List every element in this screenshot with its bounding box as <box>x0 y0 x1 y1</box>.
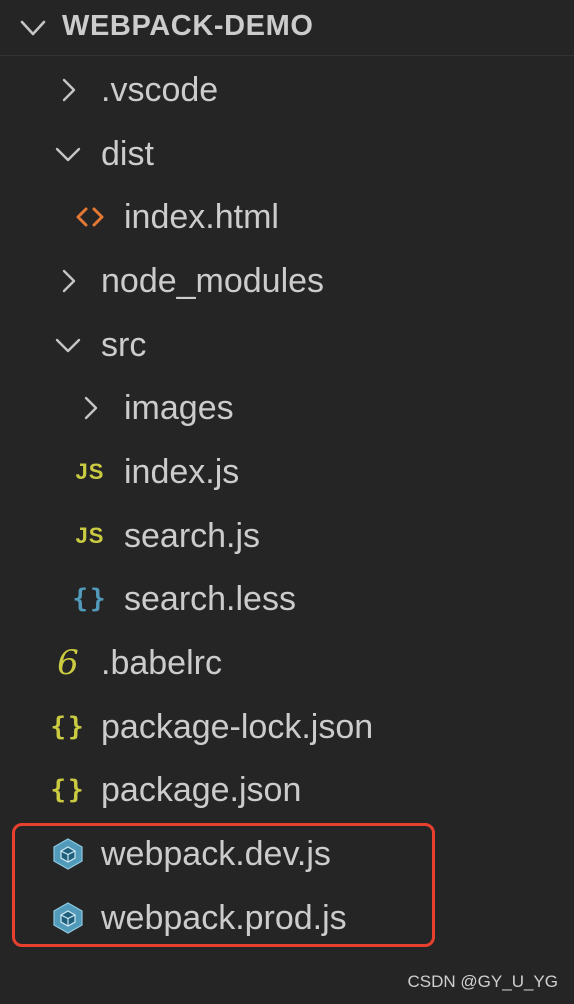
tree-item-label: search.less <box>124 580 296 619</box>
chevron-right-icon[interactable] <box>72 390 108 426</box>
explorer-title: WEBPACK-DEMO <box>62 10 314 42</box>
tree-item-images-folder[interactable]: images <box>0 376 574 440</box>
less-braces-icon: {} <box>72 584 108 615</box>
tree-item-label: src <box>101 325 147 364</box>
tree-item-label: node_modules <box>101 261 325 300</box>
babel-icon: 6 <box>57 643 79 684</box>
tree-item-search-less[interactable]: {} search.less <box>0 568 574 632</box>
tree-item-node-modules-folder[interactable]: node_modules <box>0 249 574 313</box>
chevron-right-icon[interactable] <box>50 263 86 299</box>
tree-item-label: package-lock.json <box>101 707 374 746</box>
tree-item-src-folder[interactable]: src <box>0 313 574 377</box>
js-icon: JS <box>75 522 105 548</box>
tree-item-label: .vscode <box>101 70 219 109</box>
chevron-down-icon[interactable] <box>50 136 86 172</box>
tree-item-label: dist <box>101 134 154 173</box>
explorer-section-header[interactable]: WEBPACK-DEMO <box>0 0 574 56</box>
tree-item-index-html[interactable]: index.html <box>0 185 574 249</box>
tree-item-vscode-folder[interactable]: .vscode <box>0 58 574 122</box>
tree-item-index-js[interactable]: JS index.js <box>0 440 574 504</box>
chevron-down-icon[interactable] <box>50 327 86 363</box>
tree-item-label: package.json <box>101 771 302 810</box>
tree-item-babelrc[interactable]: 6 .babelrc <box>0 631 574 695</box>
chevron-down-icon[interactable] <box>16 11 50 45</box>
tree-item-label: .babelrc <box>101 644 222 683</box>
tree-item-label: index.html <box>124 198 279 237</box>
tree-item-package-lock-json[interactable]: {} package-lock.json <box>0 695 574 759</box>
file-tree: .vscode dist index.html node_modules src… <box>0 58 574 950</box>
json-braces-icon: {} <box>50 711 86 742</box>
watermark: CSDN @GY_U_YG <box>407 972 558 991</box>
tree-item-dist-folder[interactable]: dist <box>0 122 574 186</box>
json-braces-icon: {} <box>50 775 86 806</box>
highlight-annotation-box <box>12 823 435 947</box>
chevron-right-icon[interactable] <box>50 72 86 108</box>
tree-item-label: images <box>124 389 234 428</box>
html-icon <box>72 199 108 235</box>
tree-item-search-js[interactable]: JS search.js <box>0 504 574 568</box>
tree-item-label: index.js <box>124 452 240 491</box>
tree-item-package-json[interactable]: {} package.json <box>0 759 574 823</box>
js-icon: JS <box>75 458 105 484</box>
tree-item-label: search.js <box>124 516 261 555</box>
